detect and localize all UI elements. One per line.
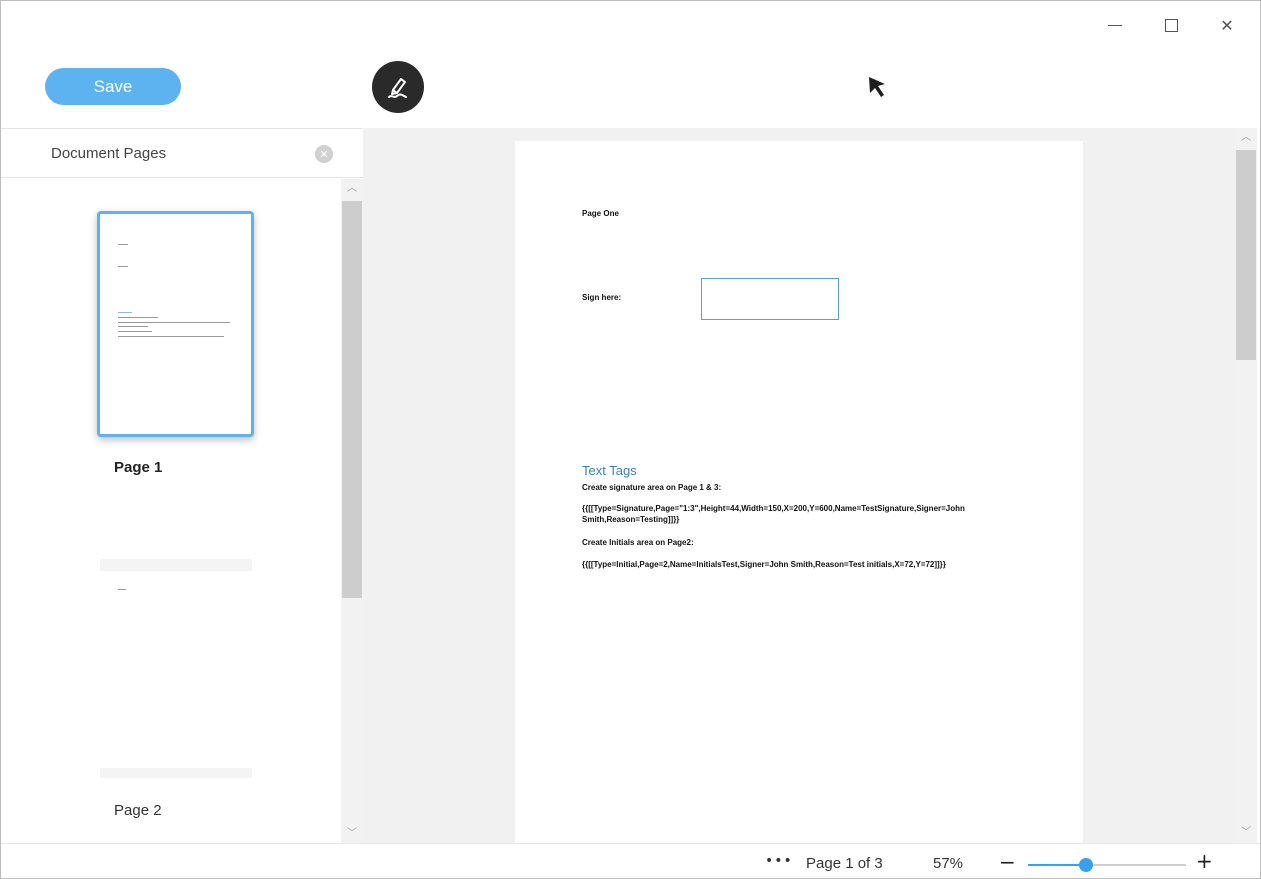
page-indicator: Page 1 of 3 xyxy=(806,855,883,872)
thumb-edge xyxy=(100,768,252,778)
doc-line: Smith,Reason=Testing]]}} xyxy=(582,515,680,524)
viewer-scroll-thumb[interactable] xyxy=(1236,150,1256,360)
scroll-up-icon[interactable]: ︿ xyxy=(346,183,358,195)
zoom-out-button[interactable]: − xyxy=(999,850,1016,874)
scroll-down-icon[interactable]: ﹀ xyxy=(346,828,358,840)
document-pages-panel: Document Pages ✕ Page 1 Page 2 ︿ ﹀ xyxy=(1,128,363,844)
zoom-slider-fill xyxy=(1028,864,1087,866)
minimize-icon[interactable] xyxy=(1097,11,1133,39)
zoom-slider-handle[interactable] xyxy=(1079,858,1094,872)
thumbnail-list: Page 1 Page 2 xyxy=(1,179,341,844)
sidebar-scroll-thumb[interactable] xyxy=(342,201,362,598)
doc-line: Create Initials area on Page2: xyxy=(582,538,694,547)
thumbnail-page-2[interactable] xyxy=(100,559,252,778)
sidebar-scrollbar[interactable]: ︿ ﹀ xyxy=(341,179,363,844)
text-tags-heading: Text Tags xyxy=(582,463,637,478)
document-page: Page One Sign here: Text Tags Create sig… xyxy=(515,141,1083,843)
signature-field[interactable] xyxy=(701,278,839,320)
thumb-text-line xyxy=(118,317,158,318)
page-heading: Page One xyxy=(582,209,619,218)
save-button[interactable]: Save xyxy=(45,68,181,105)
zoom-in-button[interactable]: + xyxy=(1196,849,1213,873)
close-icon[interactable]: ✕ xyxy=(1209,11,1245,39)
thumb-text-line xyxy=(118,312,132,313)
panel-title: Document Pages xyxy=(51,145,167,162)
scroll-up-icon[interactable]: ︿ xyxy=(1240,132,1252,144)
app-window: ✕ Save Document Pages ✕ Page 1 Page 2 ︿ … xyxy=(0,0,1261,879)
doc-line: {{[[Type=Signature,Page="1:3",Height=44,… xyxy=(582,504,965,513)
thumb-text-line xyxy=(118,266,128,267)
maximize-icon[interactable] xyxy=(1153,11,1189,39)
pen-signature-icon xyxy=(388,78,407,98)
thumbnail-page-1[interactable] xyxy=(97,211,254,437)
zoom-level: 57% xyxy=(933,855,964,872)
document-viewer: Page One Sign here: Text Tags Create sig… xyxy=(363,128,1235,843)
cursor-arrow-icon xyxy=(869,77,885,97)
more-options-icon[interactable]: ••• xyxy=(765,853,793,869)
thumb-edge xyxy=(100,559,252,571)
thumb-text-line xyxy=(118,244,128,245)
panel-header: Document Pages ✕ xyxy=(1,129,363,178)
viewer-scrollbar[interactable]: ︿ ﹀ xyxy=(1235,128,1257,843)
zoom-slider[interactable] xyxy=(1028,858,1186,872)
doc-line: Create signature area on Page 1 & 3: xyxy=(582,483,722,492)
thumb-text-line xyxy=(118,331,152,332)
sign-button[interactable] xyxy=(372,61,424,113)
status-bar: ••• Page 1 of 3 57% − + xyxy=(1,843,1260,878)
close-panel-icon[interactable]: ✕ xyxy=(315,145,333,163)
scroll-down-icon[interactable]: ﹀ xyxy=(1240,827,1252,839)
thumb-text-line xyxy=(118,336,224,337)
thumb-text-line xyxy=(118,322,230,323)
thumbnail-label-page-1: Page 1 xyxy=(114,459,163,476)
thumb-text-line xyxy=(118,326,148,327)
sign-here-label: Sign here: xyxy=(582,293,622,302)
doc-line: {{[[Type=Initial,Page=2,Name=InitialsTes… xyxy=(582,560,946,569)
thumbnail-label-page-2: Page 2 xyxy=(114,802,162,819)
thumb-text-line xyxy=(118,589,126,590)
